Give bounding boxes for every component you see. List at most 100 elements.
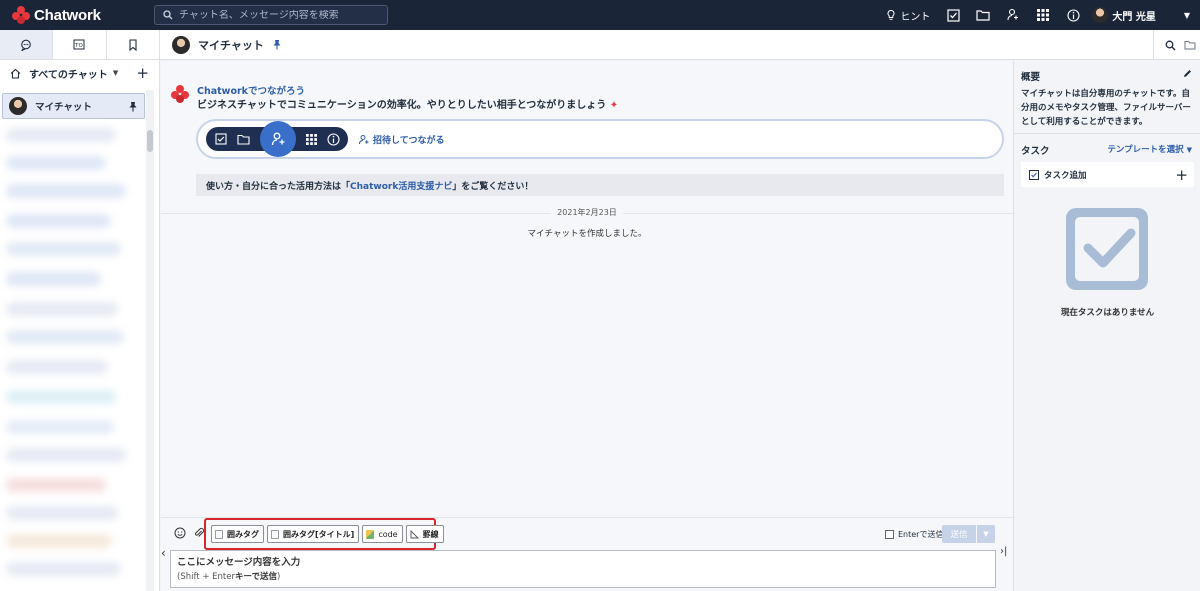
chevron-down-icon: ▼ <box>112 69 119 77</box>
contacts-icon <box>359 135 369 145</box>
welcome-label: Chatworkでつながろう <box>197 86 305 97</box>
lightbulb-icon <box>887 9 895 20</box>
search-input[interactable] <box>179 9 379 21</box>
connect-box: 招待してつながる <box>196 119 1004 159</box>
tip-prefix: 使い方・自分に合った活用方法は「 <box>206 181 351 192</box>
room-name: マイチャット <box>35 102 92 113</box>
room-avatar <box>9 97 27 115</box>
enter-send-label: Enterで送信 <box>898 530 944 539</box>
tab-chats[interactable] <box>0 30 54 59</box>
app-name: Chatwork <box>34 6 101 24</box>
task-title: タスク <box>1021 146 1050 157</box>
blurred-room-list <box>0 122 145 591</box>
send-options-button[interactable]: ▼ <box>977 525 995 543</box>
apps-button[interactable] <box>1028 0 1058 30</box>
tip-link[interactable]: Chatwork活用支援ナビ <box>350 179 452 192</box>
info-feature-button[interactable] <box>322 127 344 151</box>
tab-bookmarks[interactable] <box>106 30 159 59</box>
info-tag-button[interactable]: 囲みタグ <box>211 525 264 543</box>
hr-tag-button[interactable]: 罫線 <box>405 525 444 543</box>
hint-button[interactable]: ヒント <box>885 8 930 23</box>
info-icon <box>1067 8 1080 22</box>
task-check-icon <box>947 8 960 22</box>
plus-icon: + <box>1175 165 1188 184</box>
chatwork-logo[interactable]: Chatwork <box>12 6 101 24</box>
edit-icon[interactable] <box>1183 69 1192 78</box>
tab-mentions[interactable]: TO <box>53 30 107 59</box>
contacts-button[interactable] <box>998 0 1028 30</box>
top-icons: ヒント 大門 光星 ▼ <box>885 0 1200 30</box>
tip-suffix: 」をご覧ください！ <box>452 181 534 192</box>
chevron-down-icon: ▼ <box>1186 146 1192 154</box>
sidebar: TO すべてのチャット ▼ + マイチャット <box>0 30 160 591</box>
contacts-icon <box>1007 8 1019 21</box>
composer: 囲みタグ 囲みタグ[タイトル] code 罫線 Enterで送信 送信 ▼ (S… <box>161 517 1013 591</box>
info-title-tag-button[interactable]: 囲みタグ[タイトル] <box>267 525 360 543</box>
chat-avatar <box>172 35 190 54</box>
pin-icon[interactable] <box>128 101 138 112</box>
folder-icon <box>1184 41 1196 50</box>
folder-icon <box>236 134 250 145</box>
enter-send-toggle[interactable]: Enterで送信 <box>885 529 943 540</box>
collapse-right-icon[interactable]: ›| <box>1000 546 1007 557</box>
apps-grid-icon <box>305 133 317 145</box>
template-select[interactable]: テンプレートを選択 ▼ <box>1107 143 1192 155</box>
mention-icon: TO <box>73 39 85 50</box>
info-button[interactable] <box>1058 0 1088 30</box>
task-check-icon <box>1029 169 1039 180</box>
empty-task-message: 現在タスクはありません <box>1060 308 1155 318</box>
chat-title: マイチャット <box>198 38 264 52</box>
search-box[interactable] <box>154 5 388 25</box>
emoji-button[interactable] <box>173 526 187 540</box>
apps-grid-icon <box>1037 9 1050 21</box>
room-item-mychat[interactable]: マイチャット <box>2 93 145 119</box>
chatwork-logo-icon <box>171 85 189 103</box>
apps-feature-button[interactable] <box>300 127 322 151</box>
hint-label: ヒント <box>900 11 931 23</box>
invite-link[interactable]: 招待してつながる <box>358 133 445 146</box>
svg-text:TO: TO <box>75 43 84 49</box>
code-icon <box>366 529 375 539</box>
input-hint: (Shift + Enterキーで送信) <box>177 572 281 582</box>
date-label: 2021年2月23日 <box>161 207 1013 218</box>
feature-pill <box>206 121 348 157</box>
chat-filter[interactable]: すべてのチャット ▼ + <box>0 60 159 86</box>
contacts-feature-button[interactable] <box>260 121 296 157</box>
user-avatar <box>1092 7 1109 23</box>
bookmark-icon <box>129 38 137 51</box>
add-chat-button[interactable]: + <box>136 64 149 82</box>
invite-label: 招待してつながる <box>373 136 445 146</box>
collapse-left-icon[interactable]: ‹ <box>161 546 166 560</box>
welcome-title: ビジネスチャットでコミュニケーションの効率化。やりとりしたい相手とつながりましょ… <box>197 100 619 111</box>
welcome-card: Chatworkでつながろう ビジネスチャットでコミュニケーションの効率化。やり… <box>171 81 1006 267</box>
task-button[interactable] <box>938 0 968 30</box>
task-check-icon <box>215 133 227 145</box>
scrollbar-thumb[interactable] <box>147 130 153 152</box>
tag-buttons-group: 囲みタグ 囲みタグ[タイトル] code 罫線 <box>204 518 444 550</box>
overview-description: マイチャットは自分専用のチャットです。自分用のメモやタスク管理、ファイルサーバー… <box>1021 89 1191 127</box>
file-feature-button[interactable] <box>232 127 254 151</box>
enter-send-checkbox[interactable] <box>885 530 894 539</box>
send-button[interactable]: 送信 <box>942 525 976 543</box>
task-feature-button[interactable] <box>210 127 232 151</box>
chat-bubble-icon <box>21 39 32 51</box>
right-panel: 概要 マイチャットは自分専用のチャットです。自分用のメモやタスク管理、ファイルサ… <box>1013 61 1200 591</box>
empty-task-icon <box>1066 208 1148 290</box>
task-add-button[interactable]: タスク追加 + <box>1021 162 1194 187</box>
chat-timeline: Chatworkでつながろう ビジネスチャットでコミュニケーションの効率化。やり… <box>161 61 1013 517</box>
document-icon <box>271 529 279 539</box>
pin-icon[interactable] <box>272 39 282 50</box>
chat-search-button[interactable] <box>1160 30 1180 60</box>
chat-files-button[interactable] <box>1180 30 1200 60</box>
document-icon <box>215 529 223 539</box>
chevron-down-icon: ▼ <box>983 530 989 538</box>
message-input-area[interactable]: (Shift + Enterキーで送信) <box>170 550 996 588</box>
sidebar-tabs: TO <box>0 30 159 60</box>
sidebar-scrollbar[interactable] <box>146 90 154 591</box>
ruler-icon <box>410 529 419 538</box>
message-input[interactable] <box>171 551 995 587</box>
file-button[interactable] <box>968 0 998 30</box>
user-menu[interactable]: 大門 光星 ▼ <box>1092 7 1190 23</box>
filter-label: すべてのチャット <box>29 69 108 81</box>
code-tag-button[interactable]: code <box>362 525 403 543</box>
